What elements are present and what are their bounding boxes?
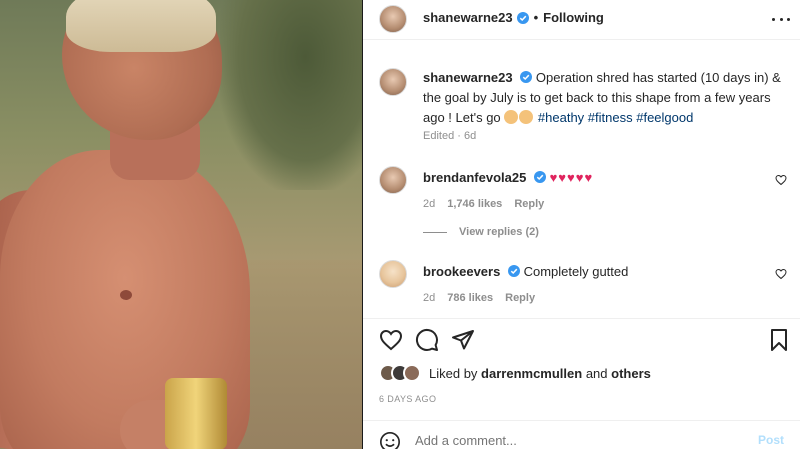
- liker-avatar: [403, 364, 421, 382]
- commenter-username[interactable]: brendanfevola25: [423, 170, 526, 185]
- liked-by-user[interactable]: darrenmcmullen: [481, 366, 582, 381]
- post-details-panel: shanewarne23 • Following shanewarne23 Op…: [363, 0, 800, 449]
- verified-badge-icon: [520, 71, 533, 83]
- add-comment-bar: Post: [363, 420, 800, 449]
- heart-icon[interactable]: [379, 328, 403, 352]
- post-comment-button[interactable]: Post: [758, 433, 784, 447]
- hashtag-link[interactable]: #fitness: [588, 110, 633, 125]
- likes-summary: Liked by darrenmcmullen and others: [379, 364, 651, 382]
- post-action-bar: [379, 328, 791, 352]
- more-options-icon[interactable]: [772, 12, 790, 26]
- author-username[interactable]: shanewarne23: [423, 10, 513, 25]
- photo-detail: [120, 290, 132, 300]
- following-button[interactable]: Following: [543, 10, 604, 25]
- share-icon[interactable]: [451, 328, 475, 352]
- view-replies-button[interactable]: View replies (2): [423, 226, 539, 238]
- post-photo[interactable]: [0, 0, 362, 449]
- liked-by-prefix: Liked by: [429, 365, 478, 381]
- commenter-avatar[interactable]: [379, 166, 407, 194]
- bookmark-icon[interactable]: [767, 328, 791, 352]
- photo-background-trees: [220, 0, 362, 190]
- liker-avatars: [379, 364, 421, 382]
- verified-badge-icon: [507, 265, 520, 277]
- caption-body: shanewarne23 Operation shred has started…: [423, 68, 793, 128]
- reply-button[interactable]: Reply: [505, 292, 535, 304]
- photo-hair: [66, 0, 216, 52]
- comment-text: ♥♥♥♥♥: [549, 170, 594, 185]
- post-header: shanewarne23 • Following: [363, 0, 800, 40]
- hashtag-link[interactable]: #heathy: [538, 110, 584, 125]
- caption-username[interactable]: shanewarne23: [423, 70, 513, 85]
- comment-likes[interactable]: 786 likes: [447, 292, 493, 304]
- caption-meta: Edited · 6d: [423, 130, 477, 142]
- verified-badge-icon: [516, 11, 529, 24]
- header-separator: •: [533, 10, 539, 25]
- comment-likes[interactable]: 1,746 likes: [447, 198, 502, 210]
- reply-button[interactable]: Reply: [514, 198, 544, 210]
- actions-divider: [363, 318, 800, 319]
- author-avatar[interactable]: [379, 5, 407, 33]
- replies-line: [423, 231, 447, 233]
- caption-author-avatar[interactable]: [379, 68, 407, 96]
- liked-by-others[interactable]: others: [611, 366, 651, 381]
- commenter-avatar[interactable]: [379, 260, 407, 288]
- add-comment-input[interactable]: [415, 433, 715, 448]
- comment-text: Completely gutted: [523, 264, 629, 279]
- hashtag-link[interactable]: #feelgood: [636, 110, 693, 125]
- comment-age: 2d: [423, 292, 436, 304]
- comment-heart-icon[interactable]: [775, 268, 787, 280]
- comment-age: 2d: [423, 198, 436, 210]
- comment-icon[interactable]: [415, 328, 439, 352]
- flexed-biceps-emoji-icon: [504, 110, 519, 124]
- emoji-icon[interactable]: [379, 431, 401, 449]
- flexed-biceps-emoji-icon: [519, 110, 534, 124]
- photo-can: [165, 378, 227, 449]
- post-timestamp: 6 DAYS AGO: [379, 394, 437, 404]
- verified-badge-icon: [533, 171, 546, 183]
- comment-heart-icon[interactable]: [775, 174, 787, 186]
- commenter-username[interactable]: brookeevers: [423, 264, 500, 279]
- liked-by-and: and: [585, 365, 608, 381]
- view-replies-label: View replies (2): [459, 226, 539, 238]
